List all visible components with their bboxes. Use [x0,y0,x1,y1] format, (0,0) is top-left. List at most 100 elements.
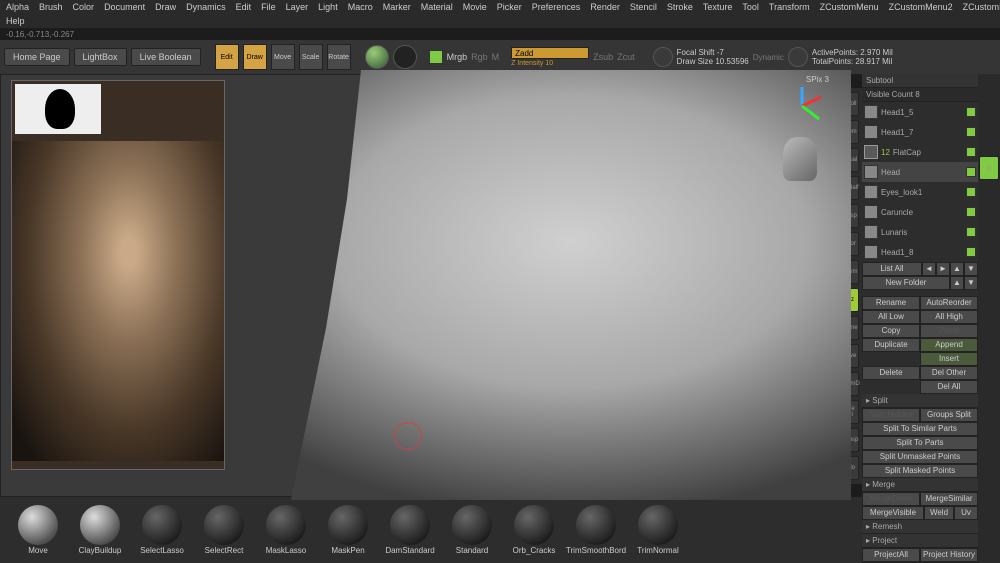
mergevisible-button[interactable]: MergeVisible [862,506,924,520]
menu-edit[interactable]: Edit [236,2,252,12]
menu-draw[interactable]: Draw [155,2,176,12]
copy-button[interactable]: Copy [862,324,920,338]
merge-header[interactable]: ▸ Merge [862,478,978,492]
menu-marker[interactable]: Marker [383,2,411,12]
zsub-label[interactable]: Zsub [593,52,613,62]
visible-count[interactable]: Visible Count 8 [862,88,978,102]
draw-size-slider[interactable]: Draw Size 10.53596 [677,57,749,66]
mrgb-label[interactable]: Mrgb [447,52,468,62]
edit-mode-button[interactable]: Edit [215,44,239,70]
nav-gizmo[interactable] [779,83,825,129]
subtool-header[interactable]: Subtool [862,74,978,88]
brush-orb_cracks[interactable]: Orb_Cracks [506,505,562,555]
paste-button[interactable]: Paste [920,324,978,338]
nav-head[interactable] [783,137,817,181]
stroke-icon[interactable] [653,47,673,67]
projectall-button[interactable]: ProjectAll [862,548,920,562]
subtool-item[interactable]: Head1_5 [862,102,978,122]
brush-selectrect[interactable]: SelectRect [196,505,252,555]
help-menu[interactable]: Help [0,14,1000,28]
uv-button[interactable]: Uv [954,506,978,520]
brush-maskpen[interactable]: MaskPen [320,505,376,555]
new-folder-button[interactable]: New Folder [862,276,950,290]
canvas[interactable]: SPix 3 [0,74,836,497]
menu-material[interactable]: Material [421,2,453,12]
gear-icon[interactable]: ⚙ [979,156,999,180]
menu-stencil[interactable]: Stencil [630,2,657,12]
lightbox-button[interactable]: LightBox [74,48,127,66]
menu-texture[interactable]: Texture [703,2,733,12]
menu-file[interactable]: File [261,2,276,12]
menu-alpha[interactable]: Alpha [6,2,29,12]
append-button[interactable]: Append [920,338,978,352]
project-header[interactable]: ▸ Project [862,534,978,548]
brush-standard[interactable]: Standard [444,505,500,555]
dynamic-icon[interactable] [788,47,808,67]
alllow-button[interactable]: All Low [862,310,920,324]
groupssplit-button[interactable]: Groups Split [920,408,978,422]
mergesimilar-button[interactable]: MergeSimilar [920,492,978,506]
menu-stroke[interactable]: Stroke [667,2,693,12]
subtool-item[interactable]: Head1_8 [862,242,978,262]
color-swatch[interactable] [393,45,417,69]
arrow-down-icon[interactable]: ▼ [964,262,978,276]
dynamic-label[interactable]: Dynamic [753,53,784,62]
subtool-item[interactable]: Head1_7 [862,122,978,142]
subtool-item[interactable]: Caruncle [862,202,978,222]
liveboolean-button[interactable]: Live Boolean [131,48,201,66]
menu-picker[interactable]: Picker [497,2,522,12]
brush-move[interactable]: Move [10,505,66,555]
up-icon[interactable]: ▲ [950,276,964,290]
remesh-header[interactable]: ▸ Remesh [862,520,978,534]
brush-claybuildup[interactable]: ClayBuildup [72,505,128,555]
reference-image[interactable] [11,80,225,470]
menu-zcustommenu2[interactable]: ZCustomMenu2 [889,2,953,12]
projecthistory-button[interactable]: Project History [920,548,978,562]
delall-button[interactable]: Del All [920,380,978,394]
arrow-up-icon[interactable]: ▲ [950,262,964,276]
rotate-mode-button[interactable]: Rotate [327,44,351,70]
focal-shift-slider[interactable]: Focal Shift -7 [677,48,749,57]
visibility-icon[interactable] [966,247,976,257]
visibility-icon[interactable] [966,207,976,217]
visibility-icon[interactable] [966,187,976,197]
brush-damstandard[interactable]: DamStandard [382,505,438,555]
delete-button[interactable]: Delete [862,366,920,380]
insert-button[interactable]: Insert [920,352,978,366]
m-label[interactable]: M [492,52,500,62]
splithidden-button[interactable]: Split Hidden [862,408,920,422]
zadd-button[interactable]: Zadd [511,47,589,59]
subtool-item[interactable]: Eyes_look1 [862,182,978,202]
down-icon[interactable]: ▼ [964,276,978,290]
rename-button[interactable]: Rename [862,296,920,310]
main-menu[interactable]: Alpha Brush Color Document Draw Dynamics Edit F… [0,0,1000,14]
subtool-item[interactable]: 12FlatCap [862,142,978,162]
menu-color[interactable]: Color [73,2,95,12]
splitsimilar-button[interactable]: Split To Similar Parts [862,422,978,436]
a-toggle[interactable] [429,50,443,64]
menu-movie[interactable]: Movie [463,2,487,12]
material-swatch[interactable] [365,45,389,69]
visibility-icon[interactable] [966,227,976,237]
menu-preferences[interactable]: Preferences [532,2,581,12]
menu-light[interactable]: Light [318,2,338,12]
visibility-icon[interactable] [966,107,976,117]
subtool-item[interactable]: Head [862,162,978,182]
menu-dynamics[interactable]: Dynamics [186,2,226,12]
splitmasked-button[interactable]: Split Masked Points [862,464,978,478]
weld-button[interactable]: Weld [924,506,954,520]
menu-brush[interactable]: Brush [39,2,63,12]
arrow-left-icon[interactable]: ◄ [922,262,936,276]
brush-trimsmoothbord[interactable]: TrimSmoothBord [568,505,624,555]
splitparts-button[interactable]: Split To Parts [862,436,978,450]
menu-document[interactable]: Document [104,2,145,12]
brush-masklasso[interactable]: MaskLasso [258,505,314,555]
zcut-label[interactable]: Zcut [617,52,635,62]
menu-tool[interactable]: Tool [742,2,759,12]
mergedown-button[interactable]: MergeDown [862,492,920,506]
zintensity-slider[interactable]: Z Intensity 10 [511,60,589,67]
menu-layer[interactable]: Layer [286,2,309,12]
menu-transform[interactable]: Transform [769,2,810,12]
allhigh-button[interactable]: All High [920,310,978,324]
arrow-right-icon[interactable]: ► [936,262,950,276]
